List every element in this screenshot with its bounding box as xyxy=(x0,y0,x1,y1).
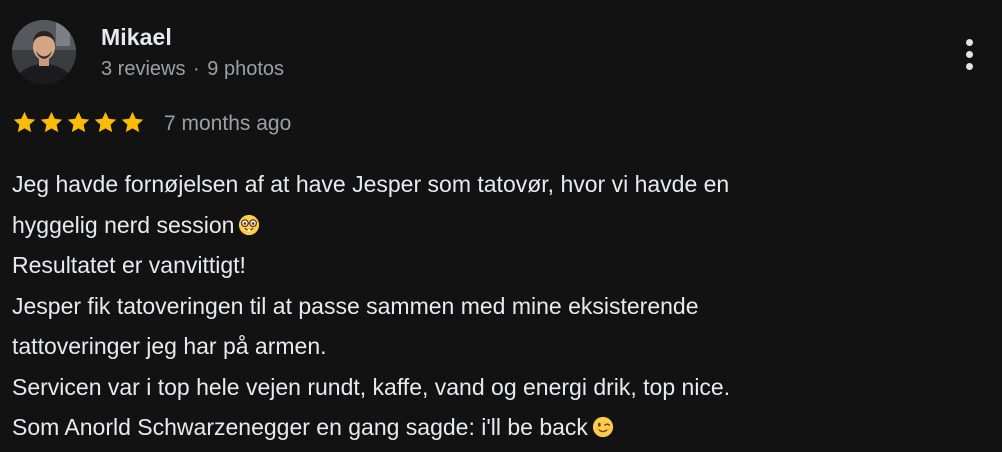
review-card: Mikael 3 reviews · 9 photos 7 months ago… xyxy=(0,0,1002,452)
author-name[interactable]: Mikael xyxy=(101,24,172,51)
author-photos-count: 9 photos xyxy=(207,58,285,80)
star-icon xyxy=(67,111,90,133)
review-text: Jeg havde fornøjelsen af at have Jesper … xyxy=(12,164,982,448)
author-meta: 3 reviews · 9 photos xyxy=(101,58,284,81)
more-options-button[interactable] xyxy=(955,34,983,74)
author-avatar[interactable] xyxy=(12,20,76,84)
winking-face-emoji xyxy=(592,416,614,438)
star-icon xyxy=(121,111,144,133)
star-rating xyxy=(12,110,145,138)
user-avatar-photo xyxy=(12,20,76,84)
star-icon xyxy=(94,111,117,133)
review-text-line: Jesper fik tatoveringen til at passe sam… xyxy=(12,292,699,319)
review-date: 7 months ago xyxy=(164,112,292,135)
star-icon xyxy=(40,111,63,133)
star-icon xyxy=(13,111,36,133)
review-text-line: Servicen var i top hele vejen rundt, kaf… xyxy=(12,373,731,400)
nerd-face-emoji xyxy=(239,214,260,235)
author-reviews-count: 3 reviews xyxy=(101,58,186,80)
review-text-line: Jeg havde fornøjelsen af at have Jesper … xyxy=(12,171,730,197)
review-text-line: tattoveringer jeg har på armen. xyxy=(12,333,327,359)
review-text-line: Resultatet er vanvittigt! xyxy=(12,252,246,278)
review-text-line: Som Anorld Schwarzenegger en gang sagde:… xyxy=(12,407,982,448)
meta-separator: · xyxy=(193,58,200,80)
review-text-line: hyggelig nerd session xyxy=(12,205,982,246)
more-vert-icon xyxy=(965,38,973,46)
